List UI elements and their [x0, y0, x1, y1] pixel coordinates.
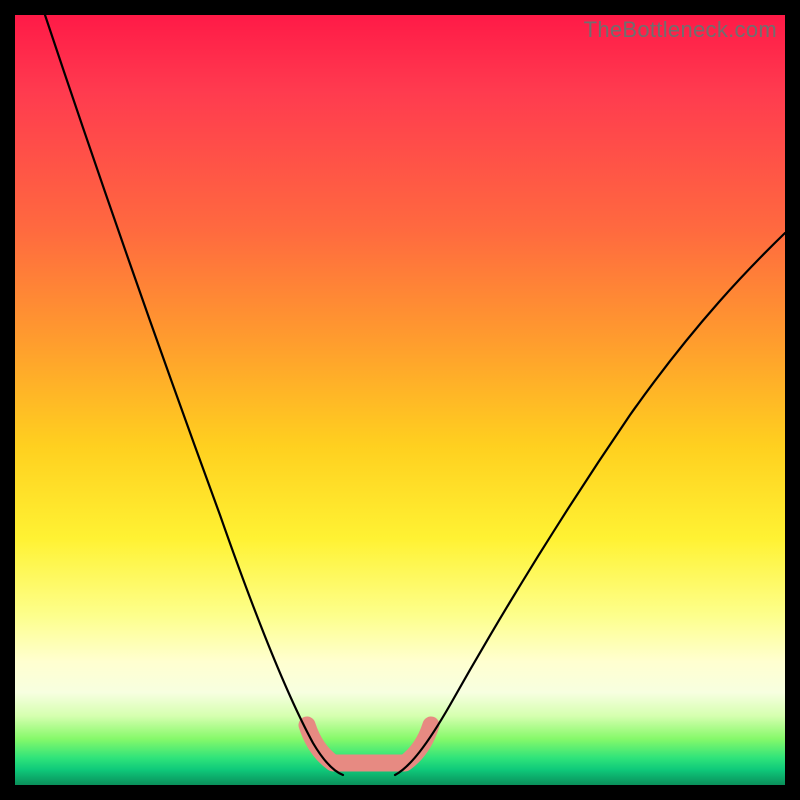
floor-highlight [307, 725, 431, 763]
chart-frame: TheBottleneck.com [15, 15, 785, 785]
watermark-text: TheBottleneck.com [584, 17, 777, 43]
left-curve [45, 15, 343, 775]
right-curve [395, 233, 785, 775]
chart-svg [15, 15, 785, 785]
